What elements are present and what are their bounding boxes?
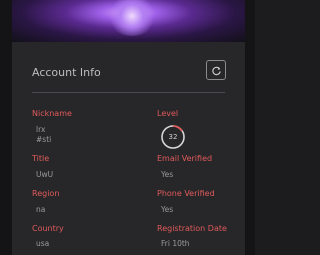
nickname-label: Nickname [32, 109, 72, 118]
refresh-icon [211, 66, 221, 75]
card-title: Account Info [32, 66, 101, 79]
refresh-button[interactable] [206, 60, 226, 80]
phone-verified-value: Yes [161, 205, 174, 214]
level-value: 32 [168, 133, 178, 141]
registration-date-label: Registration Date [157, 224, 227, 233]
phone-verified-label: Phone Verified [157, 189, 215, 198]
region-value: na [36, 205, 46, 214]
email-verified-value: Yes [161, 170, 174, 179]
profile-banner [12, 0, 245, 42]
registration-date-value: Fri 10th [161, 239, 190, 248]
country-value: usa [36, 239, 50, 248]
title-label: Title [32, 154, 50, 163]
nickname-value: lrx [36, 125, 46, 134]
country-label: Country [32, 224, 64, 233]
region-label: Region [32, 189, 60, 198]
page-edge-left [0, 0, 12, 255]
title-value: UwU [36, 170, 54, 179]
email-verified-label: Email Verified [157, 154, 213, 163]
banner-glow [107, 0, 157, 36]
page-edge-right [245, 0, 255, 255]
account-info-card: Account Info Nickname lrx #sti Title UwU… [12, 42, 245, 255]
card-divider [32, 92, 225, 93]
nickname-tag: #sti [36, 135, 52, 144]
level-label: Level [157, 109, 179, 118]
